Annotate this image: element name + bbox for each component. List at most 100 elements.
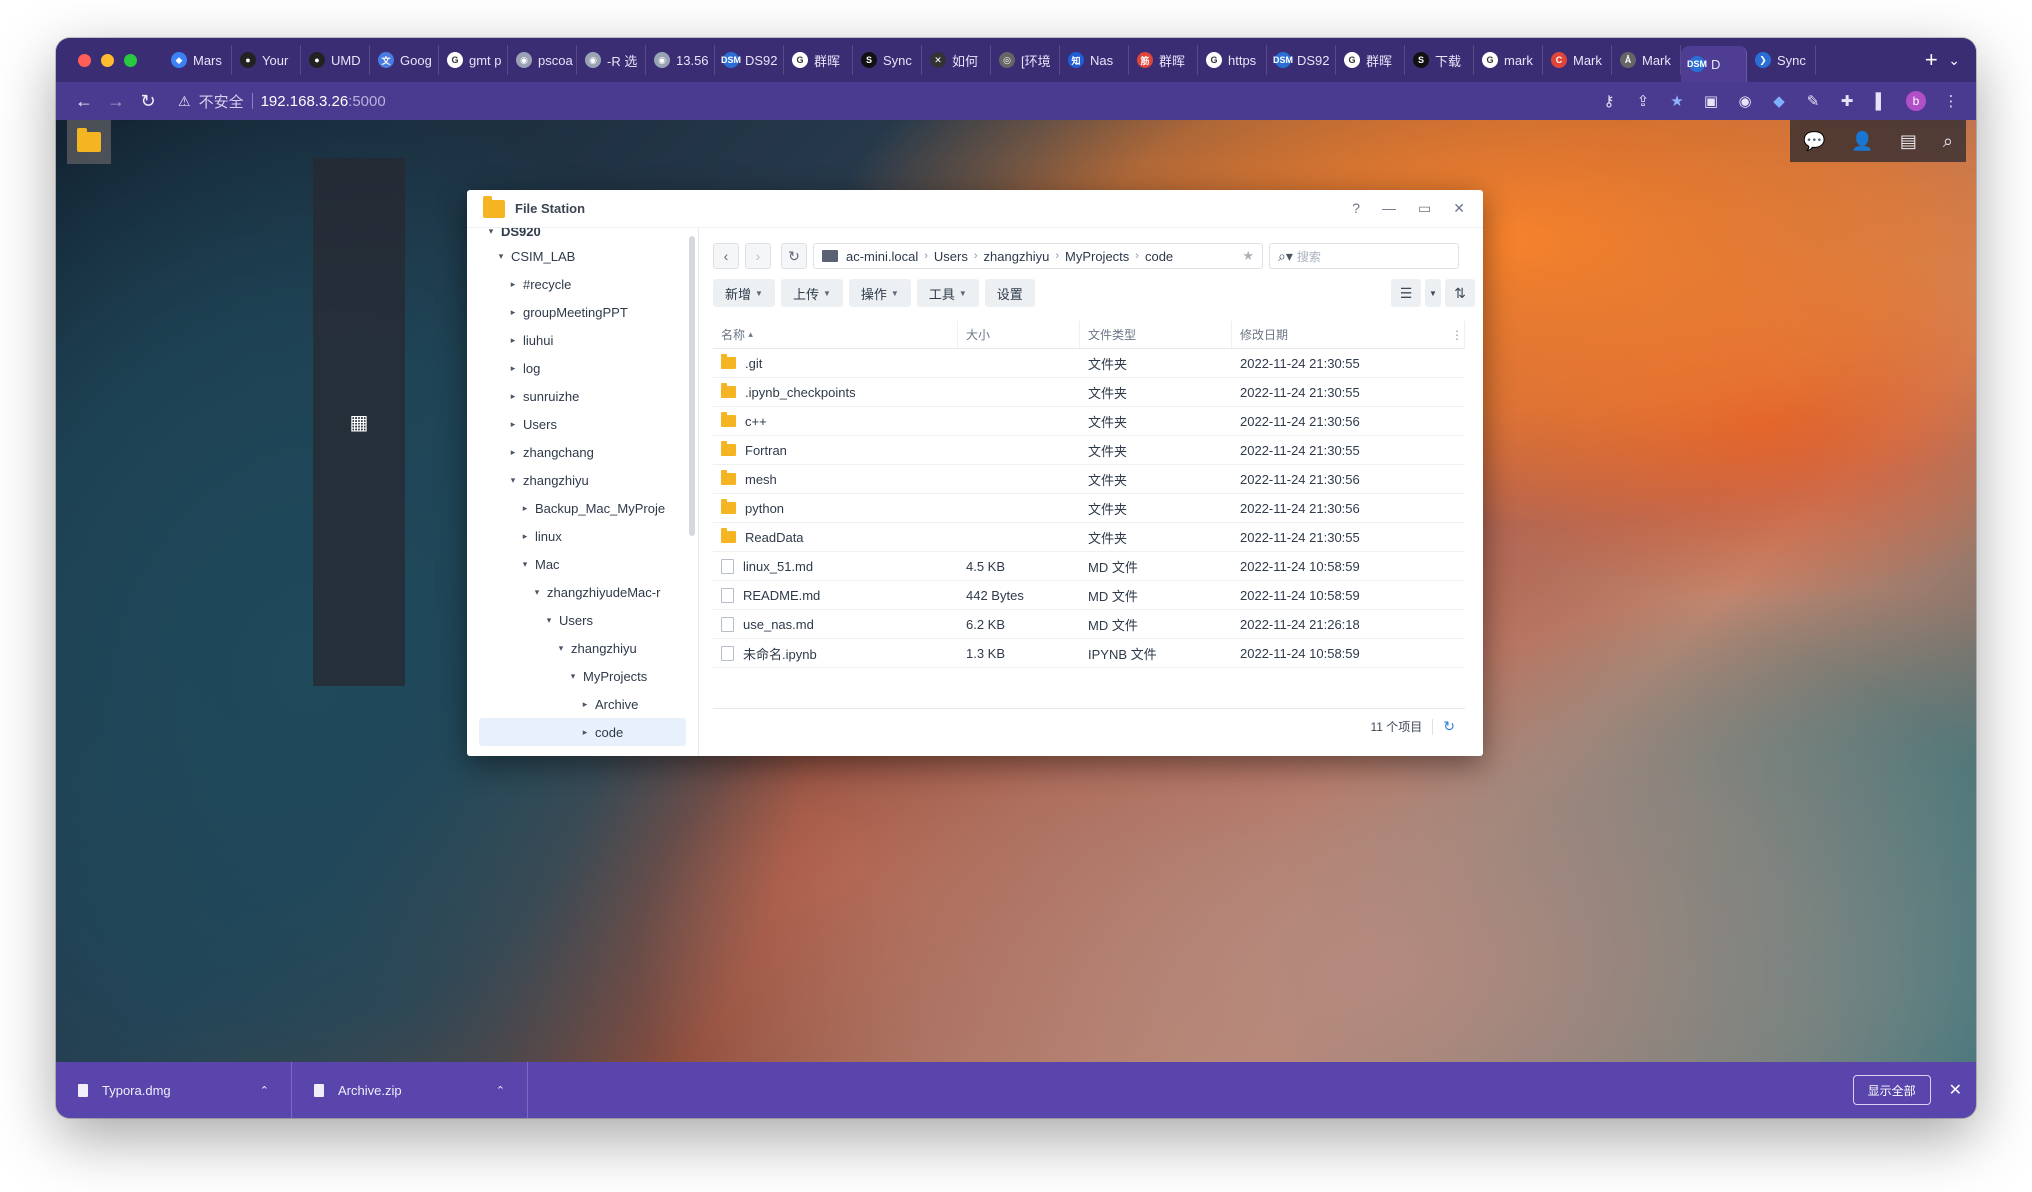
- tree-item[interactable]: ▸ Backup_Mac_MyProje: [467, 494, 698, 522]
- share-icon[interactable]: ⇪: [1634, 92, 1652, 110]
- tree-item[interactable]: ▸ groupMeetingPPT: [467, 298, 698, 326]
- caret-down-icon[interactable]: ▾: [519, 559, 531, 570]
- browser-tab[interactable]: Gmark: [1474, 45, 1543, 75]
- show-all-downloads-button[interactable]: 显示全部: [1852, 1075, 1931, 1105]
- zoom-window-button[interactable]: [124, 53, 137, 67]
- breadcrumb-item[interactable]: Users: [934, 249, 968, 264]
- tree-item[interactable]: ▸ log: [467, 354, 698, 382]
- action-button[interactable]: 设置: [984, 279, 1035, 307]
- refresh-button[interactable]: ↻: [781, 243, 807, 269]
- new-tab-button[interactable]: +: [1914, 47, 1948, 73]
- caret-right-icon[interactable]: ▸: [507, 447, 519, 458]
- action-button[interactable]: 新增 ▼: [713, 279, 775, 307]
- browser-tab[interactable]: C Mark: [1543, 45, 1612, 75]
- column-size-header[interactable]: 大小: [958, 321, 1080, 348]
- caret-right-icon[interactable]: ▸: [507, 307, 519, 318]
- table-row[interactable]: 未命名.ipynb 1.3 KB IPYNB 文件 2022-11-24 10:58:…: [713, 639, 1465, 668]
- browser-tab[interactable]: DSM DS92: [1267, 45, 1336, 75]
- extension-diamond-icon[interactable]: ◆: [1770, 92, 1788, 110]
- browser-tab[interactable]: S 下载: [1405, 45, 1474, 75]
- browser-tab[interactable]: ● Your: [232, 45, 301, 75]
- caret-right-icon[interactable]: ▸: [507, 279, 519, 290]
- sort-icon[interactable]: ⇅: [1445, 279, 1475, 307]
- download-item[interactable]: Typora.dmg ⌃: [56, 1062, 292, 1118]
- tab-search-icon[interactable]: ⌄: [1948, 52, 1960, 69]
- key-icon[interactable]: ⚷: [1600, 92, 1618, 110]
- caret-right-icon[interactable]: ▸: [507, 419, 519, 430]
- back-nav-button[interactable]: ‹: [713, 243, 739, 269]
- caret-right-icon[interactable]: ▸: [507, 363, 519, 374]
- table-row[interactable]: mesh 文件夹 2022-11-24 21:30:56: [713, 465, 1465, 494]
- file-station-titlebar[interactable]: File Station ? — ▭ ✕: [467, 190, 1483, 228]
- tree-item[interactable]: ▾ zhangzhiyu: [467, 466, 698, 494]
- browser-menu-icon[interactable]: ⋮: [1942, 92, 1960, 110]
- side-panel-icon[interactable]: ▌: [1872, 93, 1890, 110]
- browser-tab[interactable]: ● UMD: [301, 45, 370, 75]
- minimize-icon[interactable]: —: [1382, 200, 1396, 217]
- favorite-star-icon[interactable]: ★: [1242, 248, 1254, 264]
- extension-tool-icon[interactable]: ✎: [1804, 92, 1822, 110]
- table-row[interactable]: use_nas.md 6.2 KB MD 文件 2022-11-24 21:26:18: [713, 610, 1465, 639]
- browser-tab[interactable]: S Sync: [853, 45, 922, 75]
- tree-item[interactable]: ▾ MyProjects: [467, 662, 698, 690]
- tree-scrollbar[interactable]: [689, 236, 695, 536]
- table-row[interactable]: README.md 442 Bytes MD 文件 2022-11-24 10:58:…: [713, 581, 1465, 610]
- breadcrumb-item[interactable]: MyProjects: [1065, 249, 1129, 264]
- tree-item[interactable]: ▸ sunruizhe: [467, 382, 698, 410]
- download-item[interactable]: Archive.zip ⌃: [292, 1062, 528, 1118]
- caret-right-icon[interactable]: ▸: [579, 727, 591, 738]
- chevron-up-icon[interactable]: ⌃: [496, 1084, 505, 1097]
- table-row[interactable]: python 文件夹 2022-11-24 21:30:56: [713, 494, 1465, 523]
- footer-refresh-icon[interactable]: ↻: [1443, 718, 1455, 735]
- table-row[interactable]: .git 文件夹 2022-11-24 21:30:55: [713, 349, 1465, 378]
- column-name-header[interactable]: 名称 ▴: [713, 321, 958, 348]
- tree-item[interactable]: ▾ CSIM_LAB: [467, 242, 698, 270]
- caret-right-icon[interactable]: ▸: [519, 503, 531, 514]
- browser-tab[interactable]: 筋群晖: [1129, 45, 1198, 75]
- chevron-up-icon[interactable]: ⌃: [260, 1084, 269, 1097]
- list-view-icon[interactable]: ☰: [1391, 279, 1421, 307]
- browser-tab[interactable]: DSM DS92: [715, 45, 784, 75]
- caret-down-icon[interactable]: ▾: [567, 671, 579, 682]
- extension-owl-icon[interactable]: ◉: [1736, 92, 1754, 110]
- main-menu-grid-icon[interactable]: ▦: [313, 158, 405, 686]
- help-icon[interactable]: ?: [1352, 200, 1360, 217]
- tree-item[interactable]: ▾ Mac: [467, 550, 698, 578]
- action-button[interactable]: 操作 ▼: [848, 279, 911, 307]
- caret-right-icon[interactable]: ▸: [579, 699, 591, 710]
- browser-tab[interactable]: Ggmt p: [439, 45, 508, 75]
- file-station-taskbar-button[interactable]: [67, 120, 111, 164]
- caret-right-icon[interactable]: ▸: [507, 335, 519, 346]
- table-row[interactable]: .ipynb_checkpoints 文件夹 2022-11-24 21:30:55: [713, 378, 1465, 407]
- tree-item[interactable]: ▸ linux: [467, 522, 698, 550]
- browser-tab[interactable]: ✕ 如何: [922, 45, 991, 75]
- browser-tab[interactable]: Å Mark: [1612, 45, 1681, 75]
- caret-right-icon[interactable]: ▸: [507, 391, 519, 402]
- tree-root[interactable]: ▾ DS920: [467, 228, 698, 242]
- tree-item[interactable]: ▾ Users: [467, 606, 698, 634]
- back-button[interactable]: ←: [68, 91, 100, 112]
- search-field[interactable]: ⌕▾ 搜索: [1269, 243, 1459, 269]
- caret-right-icon[interactable]: ▸: [519, 531, 531, 542]
- search-icon[interactable]: ⌕: [1943, 131, 1953, 152]
- notification-chat-icon[interactable]: 💬: [1803, 131, 1825, 152]
- browser-tab[interactable]: ◉ 13.56: [646, 45, 715, 75]
- bookmark-star-icon[interactable]: ★: [1668, 92, 1686, 110]
- view-dropdown-icon[interactable]: ▼: [1425, 279, 1441, 307]
- caret-down-icon[interactable]: ▾: [531, 587, 543, 598]
- tree-item[interactable]: ▸ Archive: [467, 690, 698, 718]
- browser-tab[interactable]: ◉ pscoa: [508, 45, 577, 75]
- tree-item[interactable]: ▸ code: [479, 718, 686, 746]
- tree-item[interactable]: ▸ Users: [467, 410, 698, 438]
- close-icon[interactable]: ✕: [1453, 200, 1465, 217]
- table-row[interactable]: linux_51.md 4.5 KB MD 文件 2022-11-24 10:58:5…: [713, 552, 1465, 581]
- table-row[interactable]: ReadData 文件夹 2022-11-24 21:30:55: [713, 523, 1465, 552]
- forward-button[interactable]: →: [100, 91, 132, 112]
- browser-tab[interactable]: Ghttps: [1198, 45, 1267, 75]
- close-download-bar-icon[interactable]: ✕: [1949, 1080, 1962, 1100]
- breadcrumb-item[interactable]: zhangzhiyu: [984, 249, 1050, 264]
- tree-item[interactable]: ▾ zhangzhiyu: [467, 634, 698, 662]
- breadcrumb-item[interactable]: code: [1145, 249, 1173, 264]
- widgets-icon[interactable]: ▤: [1900, 131, 1917, 152]
- column-type-header[interactable]: 文件类型: [1080, 321, 1232, 348]
